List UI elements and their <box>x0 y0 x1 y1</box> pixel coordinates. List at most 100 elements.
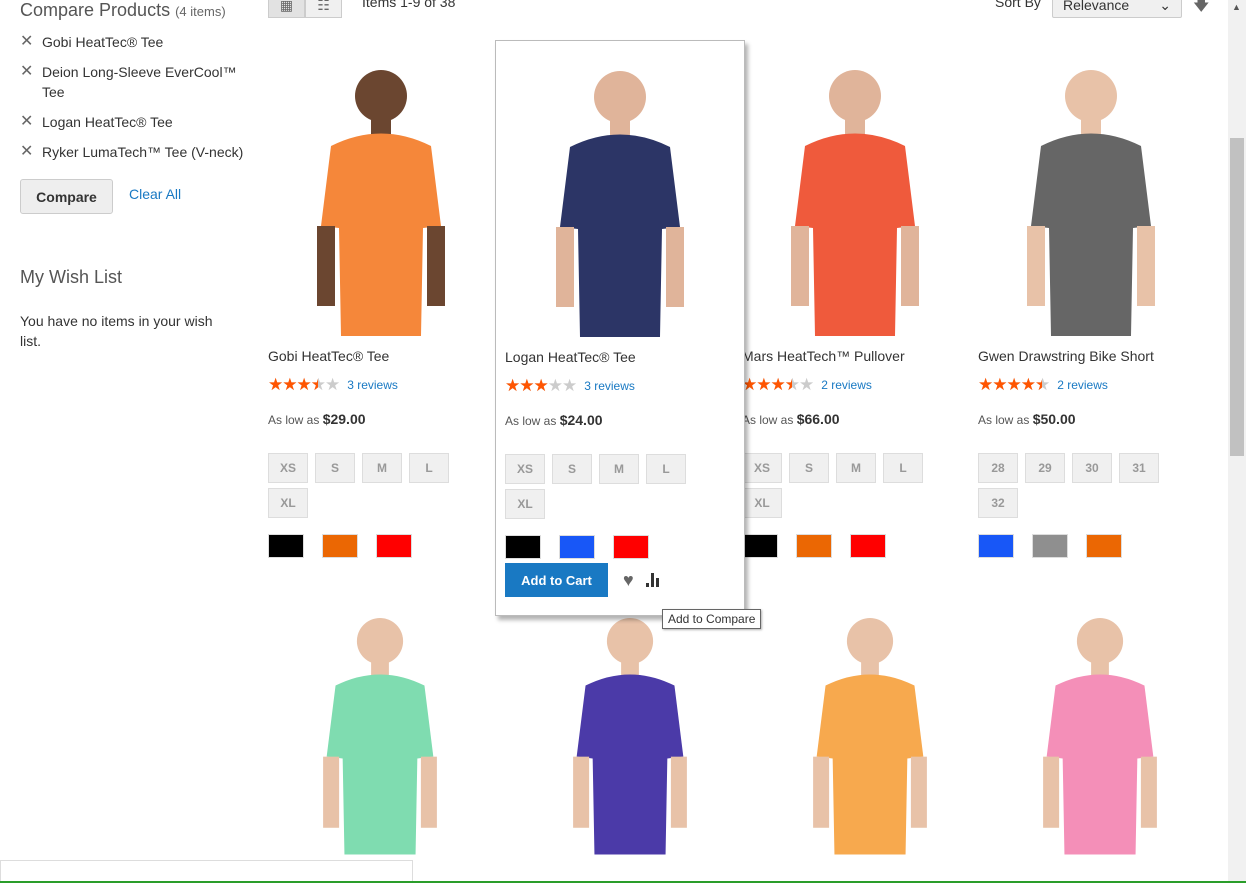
scrollbar[interactable]: ▲ <box>1228 0 1246 883</box>
size-options: XS S M L XL <box>505 454 705 519</box>
product-price: As low as $24.00 <box>505 412 603 428</box>
color-swatch[interactable] <box>1086 534 1122 558</box>
color-swatch[interactable] <box>322 534 358 558</box>
close-icon[interactable]: ✕ <box>20 112 42 132</box>
size-option[interactable]: L <box>883 453 923 483</box>
size-options: XS S M L XL <box>742 453 942 518</box>
size-option[interactable]: S <box>552 454 592 484</box>
bottom-panel <box>0 860 413 883</box>
close-icon[interactable]: ✕ <box>20 32 42 52</box>
sort-label: Sort By <box>995 0 1041 10</box>
scrollbar-thumb[interactable] <box>1230 138 1244 456</box>
color-swatch[interactable] <box>505 535 541 559</box>
toolbar-amount: Items 1-9 of 38 <box>362 0 456 10</box>
color-swatch[interactable] <box>559 535 595 559</box>
product-price: As low as $66.00 <box>742 411 840 427</box>
product-rating: ★★★★★★★★★★ 3 reviews <box>505 377 735 394</box>
size-option[interactable]: M <box>599 454 639 484</box>
rating-stars: ★★★★★★★★★★ <box>978 375 1050 394</box>
size-options: XS S M L XL <box>268 453 468 518</box>
product-price: As low as $29.00 <box>268 411 366 427</box>
product-image[interactable] <box>291 56 471 336</box>
color-swatch[interactable] <box>613 535 649 559</box>
sort-select[interactable]: Relevance ⌄ <box>1052 0 1182 18</box>
color-swatch[interactable] <box>1032 534 1068 558</box>
product-name[interactable]: Mars HeatTech™ Pullover <box>742 348 967 368</box>
compare-icon[interactable] <box>645 573 659 587</box>
color-swatch[interactable] <box>742 534 778 558</box>
size-option[interactable]: XL <box>505 489 545 519</box>
size-option[interactable]: 28 <box>978 453 1018 483</box>
reviews-link[interactable]: 3 reviews <box>584 379 635 393</box>
close-icon[interactable]: ✕ <box>20 62 42 102</box>
product-image[interactable] <box>790 590 950 870</box>
product-image[interactable] <box>530 57 710 337</box>
sort-value: Relevance <box>1063 0 1130 13</box>
rating-stars: ★★★★★★★★★★ <box>268 375 340 394</box>
compare-item-link[interactable]: Gobi HeatTec® Tee <box>42 32 163 52</box>
color-options <box>742 534 967 558</box>
size-option[interactable]: 31 <box>1119 453 1159 483</box>
clear-all-link[interactable]: Clear All <box>129 186 181 202</box>
wishlist-empty-text: You have no items in your wish list. <box>20 313 213 349</box>
product-card: Logan HeatTec® Tee ★★★★★★★★★★ 3 reviews A… <box>495 40 745 616</box>
color-swatch[interactable] <box>850 534 886 558</box>
product-name[interactable]: Gobi HeatTec® Tee <box>268 348 493 368</box>
close-icon[interactable]: ✕ <box>20 142 42 162</box>
size-option[interactable]: L <box>646 454 686 484</box>
product-name[interactable]: Logan HeatTec® Tee <box>505 349 735 369</box>
product-card: Mars HeatTech™ Pullover ★★★★★★★★★★ 2 revi… <box>742 50 967 558</box>
product-image[interactable] <box>1001 56 1181 336</box>
color-swatch[interactable] <box>796 534 832 558</box>
product-card <box>1000 585 1200 870</box>
compare-item-link[interactable]: Ryker LumaTech™ Tee (V-neck) <box>42 142 243 162</box>
product-image[interactable] <box>1020 590 1180 870</box>
reviews-link[interactable]: 2 reviews <box>821 378 872 392</box>
product-rating: ★★★★★★★★★★ 2 reviews <box>742 376 967 393</box>
rating-stars: ★★★★★★★★★★ <box>742 375 814 394</box>
scroll-up-icon[interactable]: ▲ <box>1232 2 1241 12</box>
list-icon[interactable]: ☷ <box>305 0 342 18</box>
size-option[interactable]: XS <box>505 454 545 484</box>
compare-item: ✕ Deion Long-Sleeve EverCool™ Tee <box>20 62 250 102</box>
product-name[interactable]: Gwen Drawstring Bike Short <box>978 348 1203 368</box>
size-option[interactable]: 32 <box>978 488 1018 518</box>
product-rating: ★★★★★★★★★★ 2 reviews <box>978 376 1203 393</box>
size-option[interactable]: M <box>362 453 402 483</box>
product-rating: ★★★★★★★★★★ 3 reviews <box>268 376 493 393</box>
color-options <box>978 534 1203 558</box>
compare-button[interactable]: Compare <box>20 179 113 214</box>
product-price: As low as $50.00 <box>978 411 1076 427</box>
reviews-link[interactable]: 3 reviews <box>347 378 398 392</box>
arrow-down-icon[interactable]: 🡇 <box>1193 0 1209 21</box>
size-option[interactable]: XL <box>742 488 782 518</box>
size-option[interactable]: S <box>315 453 355 483</box>
product-card <box>280 585 480 870</box>
product-image[interactable] <box>765 56 945 336</box>
size-option[interactable]: XS <box>742 453 782 483</box>
size-option[interactable]: 29 <box>1025 453 1065 483</box>
size-option[interactable]: S <box>789 453 829 483</box>
compare-item-link[interactable]: Deion Long-Sleeve EverCool™ Tee <box>42 62 250 102</box>
size-option[interactable]: M <box>836 453 876 483</box>
rating-stars: ★★★★★★★★★★ <box>505 376 577 395</box>
size-option[interactable]: L <box>409 453 449 483</box>
size-option[interactable]: XL <box>268 488 308 518</box>
heart-icon[interactable]: ♥ <box>623 570 634 591</box>
size-option[interactable]: XS <box>268 453 308 483</box>
size-option[interactable]: 30 <box>1072 453 1112 483</box>
compare-item-link[interactable]: Logan HeatTec® Tee <box>42 112 173 132</box>
product-image[interactable] <box>300 590 460 870</box>
compare-list: ✕ Gobi HeatTec® Tee ✕ Deion Long-Sleeve Eve… <box>20 32 250 172</box>
product-image[interactable] <box>550 590 710 870</box>
color-swatch[interactable] <box>978 534 1014 558</box>
compare-title: Compare Products (4 items) <box>20 0 226 20</box>
compare-item: ✕ Ryker LumaTech™ Tee (V-neck) <box>20 142 250 162</box>
add-to-cart-button[interactable]: Add to Cart <box>505 563 608 597</box>
color-swatch[interactable] <box>376 534 412 558</box>
color-swatch[interactable] <box>268 534 304 558</box>
reviews-link[interactable]: 2 reviews <box>1057 378 1108 392</box>
view-modes: ▦ ☷ <box>268 0 342 18</box>
product-card: Gobi HeatTec® Tee ★★★★★★★★★★ 3 reviews As… <box>268 50 493 558</box>
grid-icon[interactable]: ▦ <box>268 0 305 18</box>
